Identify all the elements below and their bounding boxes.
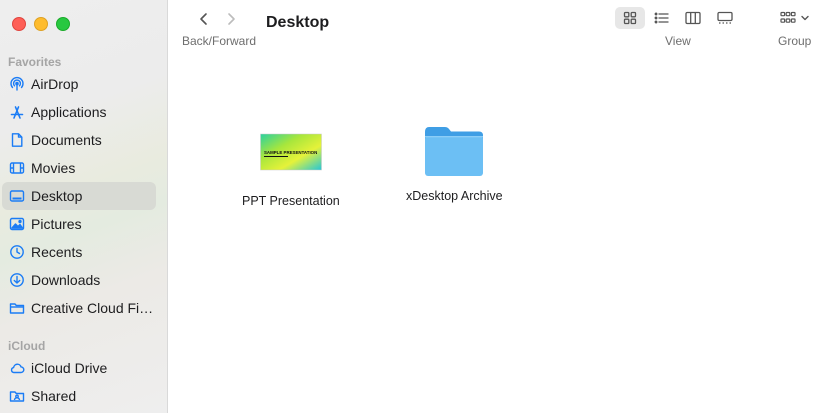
favorites-section-label: Favorites	[8, 55, 62, 69]
window-controls	[12, 17, 70, 31]
group-label: Group	[778, 34, 812, 48]
sidebar: Favorites AirDrop Applications Documents	[0, 0, 168, 413]
presentation-thumbnail: SAMPLE PRESENTATION	[260, 133, 322, 171]
list-icon	[654, 12, 669, 24]
sidebar-item-label: Shared	[31, 388, 77, 404]
sidebar-item-label: Downloads	[31, 272, 101, 288]
chevron-left-icon	[200, 13, 207, 25]
sidebar-item-label: Pictures	[31, 216, 82, 232]
sidebar-item-airdrop[interactable]: AirDrop	[2, 70, 156, 98]
file-name: PPT Presentation	[242, 194, 340, 208]
file-name: xDesktop Archive	[406, 189, 503, 203]
sidebar-item-desktop[interactable]: Desktop	[2, 182, 156, 210]
icloud-section-label: iCloud	[8, 339, 46, 353]
download-icon	[9, 272, 25, 288]
sidebar-item-pictures[interactable]: Pictures	[2, 210, 156, 238]
sidebar-item-recents[interactable]: Recents	[2, 238, 156, 266]
file-item-xdesktop-archive[interactable]: xDesktop Archive	[406, 124, 503, 203]
list-view-button[interactable]	[647, 7, 677, 29]
shared-folder-icon	[9, 388, 25, 404]
chevron-down-icon	[801, 15, 809, 21]
folder-icon	[9, 300, 25, 316]
sidebar-item-icloud-drive[interactable]: iCloud Drive	[2, 354, 156, 382]
back-button[interactable]	[194, 9, 214, 29]
gallery-icon	[717, 11, 733, 24]
sidebar-item-shared[interactable]: Shared	[2, 382, 156, 410]
chevron-right-icon	[228, 13, 235, 25]
minimize-window-button[interactable]	[34, 17, 48, 31]
group-button[interactable]	[775, 7, 815, 29]
window-title: Desktop	[266, 14, 330, 31]
clock-icon	[9, 244, 25, 260]
movies-icon	[9, 160, 25, 176]
sidebar-item-label: iCloud Drive	[31, 360, 108, 376]
view-label: View	[665, 34, 691, 48]
sidebar-item-label: Recents	[31, 244, 83, 260]
zoom-window-button[interactable]	[56, 17, 70, 31]
grid-icon	[623, 11, 637, 25]
sidebar-item-documents[interactable]: Documents	[2, 126, 156, 154]
icon-view-button[interactable]	[615, 7, 645, 29]
forward-button[interactable]	[221, 9, 241, 29]
file-item-ppt-presentation[interactable]: SAMPLE PRESENTATION PPT Presentation	[242, 132, 340, 208]
applications-icon	[9, 104, 25, 120]
toolbar: Back/Forward Desktop View Group	[168, 0, 825, 56]
cloud-icon	[9, 360, 25, 376]
sidebar-item-downloads[interactable]: Downloads	[2, 266, 156, 294]
sidebar-item-label: Documents	[31, 132, 102, 148]
thumbnail-text: SAMPLE PRESENTATION	[264, 150, 317, 155]
desktop-icon	[9, 188, 25, 204]
sidebar-item-applications[interactable]: Applications	[2, 98, 156, 126]
group-icon	[780, 11, 796, 23]
gallery-view-button[interactable]	[710, 7, 740, 29]
sidebar-item-label: Desktop	[31, 188, 83, 204]
sidebar-item-label: AirDrop	[31, 76, 79, 92]
sidebar-item-label: Movies	[31, 160, 76, 176]
pictures-icon	[9, 216, 25, 232]
folder-icon	[425, 127, 484, 176]
columns-icon	[685, 11, 701, 25]
column-view-button[interactable]	[678, 7, 708, 29]
sidebar-item-label: Applications	[31, 104, 107, 120]
sidebar-item-creative-cloud-files[interactable]: Creative Cloud Files	[2, 294, 156, 322]
back-forward-label: Back/Forward	[182, 34, 257, 48]
airdrop-icon	[9, 76, 25, 92]
sidebar-item-movies[interactable]: Movies	[2, 154, 156, 182]
close-window-button[interactable]	[12, 17, 26, 31]
sidebar-item-label: Creative Cloud Files	[31, 300, 155, 316]
document-icon	[9, 132, 25, 148]
